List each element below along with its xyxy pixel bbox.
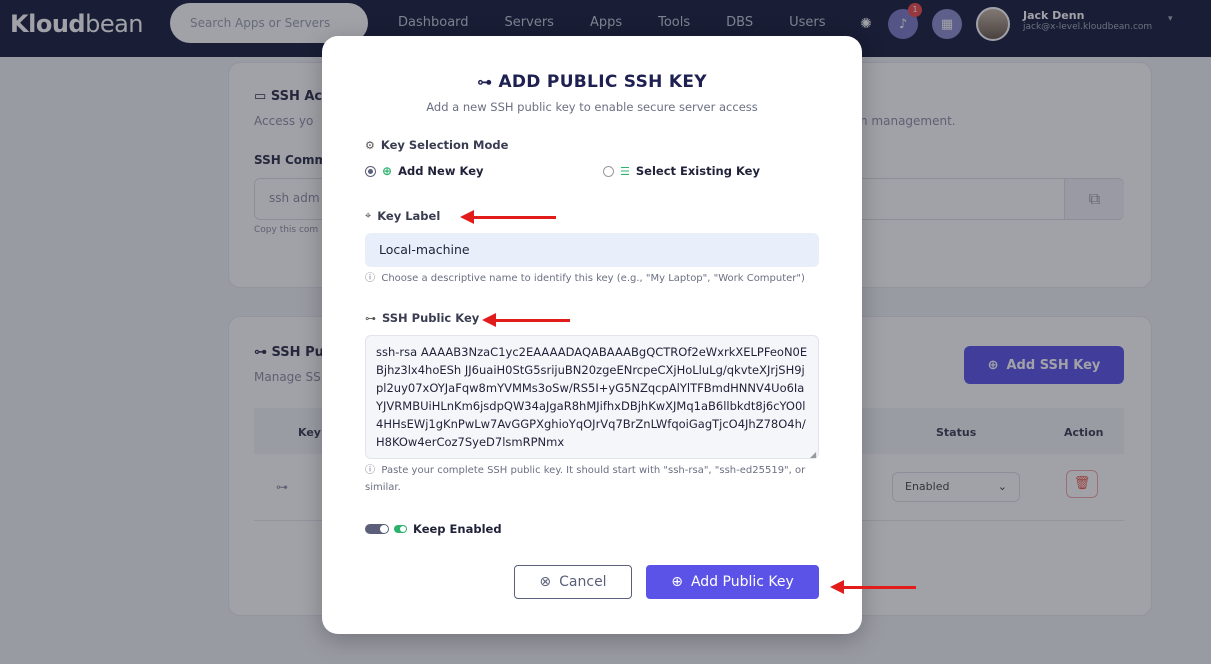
radio-add-new-key[interactable]: ⊕ Add New Key: [365, 164, 484, 178]
list-icon: ☰: [620, 164, 630, 178]
key-label-label: ⌖ Key Label: [365, 209, 441, 223]
annotation-arrow-ssh-key: [482, 313, 570, 327]
plus-circle-icon: ⊕: [671, 574, 683, 590]
key-selection-mode-label: ⚙ Key Selection Mode: [365, 138, 509, 152]
keep-enabled-toggle[interactable]: [365, 524, 389, 534]
add-public-ssh-key-modal: ⊶ ADD PUBLIC SSH KEY Add a new SSH public…: [322, 36, 862, 634]
key-icon: ⊶: [365, 311, 376, 325]
cancel-button[interactable]: ⊗ Cancel: [514, 565, 632, 599]
plus-circle-icon: ⊕: [382, 164, 393, 178]
add-public-key-button[interactable]: ⊕ Add Public Key: [646, 565, 819, 599]
modal-title: ⊶ ADD PUBLIC SSH KEY: [477, 72, 707, 92]
key-label-help: ⓘ Choose a descriptive name to identify …: [365, 273, 805, 284]
key-icon: ⊶: [477, 73, 493, 91]
annotation-arrow-add-button: [830, 580, 916, 594]
gear-icon: ⚙: [365, 138, 375, 152]
resize-handle-icon[interactable]: ◢: [810, 450, 816, 459]
radio-button-selected[interactable]: [365, 165, 376, 177]
toggle-on-icon: [394, 525, 407, 533]
ssh-public-key-label: ⊶ SSH Public Key: [365, 311, 480, 325]
key-label-input[interactable]: Local-machine: [365, 233, 819, 267]
modal-subtitle: Add a new SSH public key to enable secur…: [426, 100, 758, 114]
close-circle-icon: ⊗: [539, 574, 552, 590]
tag-icon: ⌖: [365, 209, 372, 222]
info-icon: ⓘ: [365, 465, 375, 476]
radio-button[interactable]: [603, 165, 614, 177]
info-icon: ⓘ: [365, 273, 375, 284]
keep-enabled-label: Keep Enabled: [413, 522, 502, 536]
radio-select-existing-key[interactable]: ☰ Select Existing Key: [603, 164, 760, 178]
ssh-key-help: ⓘ Paste your complete SSH public key. It…: [365, 465, 806, 493]
ssh-public-key-textarea[interactable]: ssh-rsa AAAAB3NzaC1yc2EAAAADAQABAAABgQCT…: [365, 335, 819, 459]
annotation-arrow-key-label: [460, 210, 556, 224]
